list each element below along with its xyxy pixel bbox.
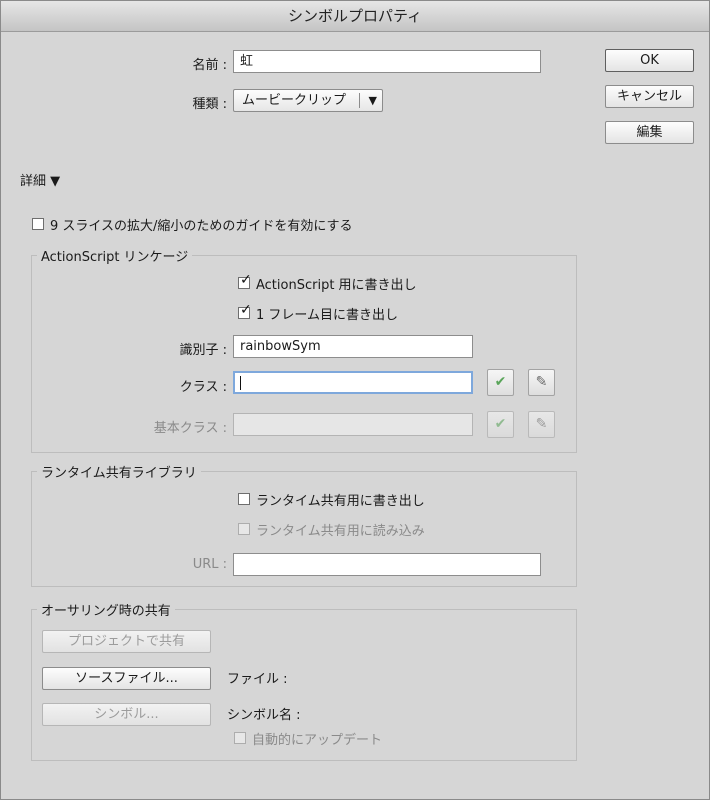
type-label: 種類 : [192,97,227,112]
checkmark-icon: ✔ [494,416,507,432]
authoring-group-title: オーサリング時の共有 [37,600,175,619]
base-class-input [233,413,473,436]
export-first-frame-label: 1 フレーム目に書き出し [256,308,399,323]
pencil-icon: ✎ [535,416,548,432]
export-actionscript-checkbox[interactable]: ✓ [238,273,252,289]
class-input[interactable] [233,371,473,394]
chevron-down-icon: ▼ [368,94,377,107]
edit-button[interactable]: 編集 [605,121,694,144]
type-select[interactable]: ムービークリップ ▼ [233,89,383,112]
export-runtime-label: ランタイム共有用に書き出し [256,494,425,509]
url-label: URL : [192,557,227,572]
linkage-group-title: ActionScript リンケージ [37,246,193,265]
edit-class-button[interactable]: ✎ [528,369,555,396]
symbol-properties-dialog: シンボルプロパティ 名前 : 虹 種類 : ムービークリップ ▼ OK キャンセ… [0,0,710,800]
auto-update-checkbox [234,732,246,744]
share-project-button: プロジェクトで共有 [42,630,211,653]
export-first-frame-checkbox[interactable]: ✓ [238,303,252,319]
identifier-label: 識別子 : [179,343,227,358]
dialog-title: シンボルプロパティ [1,1,709,32]
source-file-button[interactable]: ソースファイル... [42,667,211,690]
validate-base-class-button: ✔ [487,411,514,438]
type-select-value: ムービークリップ [242,93,347,108]
import-runtime-checkbox [238,523,250,535]
edit-base-class-button: ✎ [528,411,555,438]
pencil-icon: ✎ [535,374,548,390]
name-input[interactable]: 虹 [233,50,541,73]
identifier-input[interactable]: rainbowSym [233,335,473,358]
export-runtime-checkbox[interactable] [238,493,250,505]
class-label: クラス : [179,380,227,395]
base-class-label: 基本クラス : [153,421,227,436]
type-select-divider [359,93,360,108]
export-actionscript-label: ActionScript 用に書き出し [256,278,417,293]
advanced-toggle[interactable]: 詳細 ▼ [20,170,60,189]
text-caret [240,375,241,390]
file-label: ファイル : [227,672,288,687]
validate-class-button[interactable]: ✔ [487,369,514,396]
slice9-checkbox[interactable] [32,218,44,230]
auto-update-label: 自動的にアップデート [252,733,383,748]
import-runtime-label: ランタイム共有用に読み込み [256,524,425,539]
checkmark-icon: ✓ [240,302,252,318]
checkmark-icon: ✓ [240,272,252,288]
symbol-name-label: シンボル名 : [227,708,301,723]
url-input[interactable] [233,553,541,576]
checkmark-icon: ✔ [494,374,507,390]
name-label: 名前 : [192,58,227,73]
cancel-button[interactable]: キャンセル [605,85,694,108]
slice9-label: 9 スライスの拡大/縮小のためのガイドを有効にする [50,219,353,234]
ok-button[interactable]: OK [605,49,694,72]
symbol-button: シンボル... [42,703,211,726]
runtime-group-title: ランタイム共有ライブラリ [37,462,201,481]
